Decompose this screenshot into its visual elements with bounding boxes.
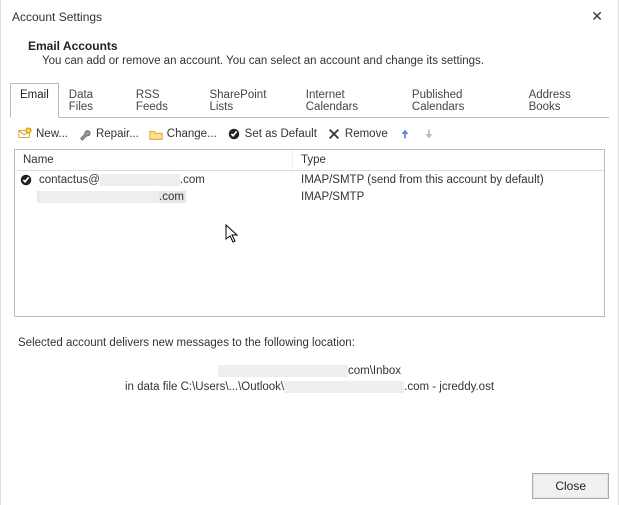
tab-address-books[interactable]: Address Books — [519, 83, 609, 118]
check-circle-icon — [227, 127, 241, 141]
move-down-button[interactable] — [418, 125, 440, 143]
wrench-icon — [78, 127, 92, 141]
new-label: New... — [36, 128, 68, 140]
redacted-text — [100, 174, 180, 186]
column-type[interactable]: Type — [293, 150, 604, 170]
tab-email[interactable]: Email — [10, 83, 59, 118]
remove-x-icon — [327, 127, 341, 141]
change-label: Change... — [167, 128, 217, 140]
arrow-down-icon — [422, 127, 436, 141]
envelope-new-icon — [18, 127, 32, 141]
toolbar: New... Repair... Change... Set as Defaul… — [0, 117, 619, 149]
account-name-suffix: .com — [159, 191, 184, 203]
redacted-text — [218, 365, 348, 377]
account-type: IMAP/SMTP (send from this account by def… — [293, 172, 604, 188]
tab-data-files[interactable]: Data Files — [59, 83, 126, 118]
repair-label: Repair... — [96, 128, 139, 140]
move-up-button[interactable] — [394, 125, 416, 143]
account-name-prefix: contactus@ — [39, 174, 100, 186]
redacted-text — [284, 381, 404, 393]
tab-internet-calendars[interactable]: Internet Calendars — [296, 83, 402, 118]
page-title: Email Accounts — [28, 39, 597, 53]
folder-gear-icon — [149, 127, 163, 141]
close-button[interactable]: Close — [532, 473, 609, 499]
change-button[interactable]: Change... — [145, 125, 221, 143]
tab-sharepoint-lists[interactable]: SharePoint Lists — [199, 83, 295, 118]
datafile-suffix: .com - jcreddy.ost — [404, 381, 494, 393]
column-name[interactable]: Name — [15, 150, 293, 170]
table-row[interactable]: contactus@ .com IMAP/SMTP (send from this… — [15, 171, 604, 189]
page-description: You can add or remove an account. You ca… — [28, 53, 597, 67]
tab-rss-feeds[interactable]: RSS Feeds — [126, 83, 200, 118]
arrow-up-icon — [398, 127, 412, 141]
table-row[interactable]: .com IMAP/SMTP — [15, 189, 604, 205]
close-icon[interactable]: ✕ — [585, 6, 609, 27]
delivery-location-label: Selected account delivers new messages t… — [18, 335, 601, 351]
set-default-button[interactable]: Set as Default — [223, 125, 321, 143]
tab-published-calendars[interactable]: Published Calendars — [402, 83, 519, 118]
datafile-prefix: in data file C:\Users\...\Outlook\ — [125, 381, 284, 393]
window-title: Account Settings — [12, 10, 102, 24]
default-check-icon — [19, 173, 33, 187]
remove-label: Remove — [345, 128, 388, 140]
delivery-folder-suffix: com\Inbox — [348, 365, 401, 377]
account-list: Name Type contactus@ .com IMAP/SMTP (send… — [14, 149, 605, 317]
repair-button[interactable]: Repair... — [74, 125, 143, 143]
new-button[interactable]: New... — [14, 125, 72, 143]
account-name-suffix: .com — [180, 174, 205, 186]
account-type: IMAP/SMTP — [293, 189, 604, 205]
remove-button[interactable]: Remove — [323, 125, 392, 143]
set-default-label: Set as Default — [245, 128, 317, 140]
redacted-text — [39, 191, 159, 203]
tabs: Email Data Files RSS Feeds SharePoint Li… — [10, 82, 609, 118]
